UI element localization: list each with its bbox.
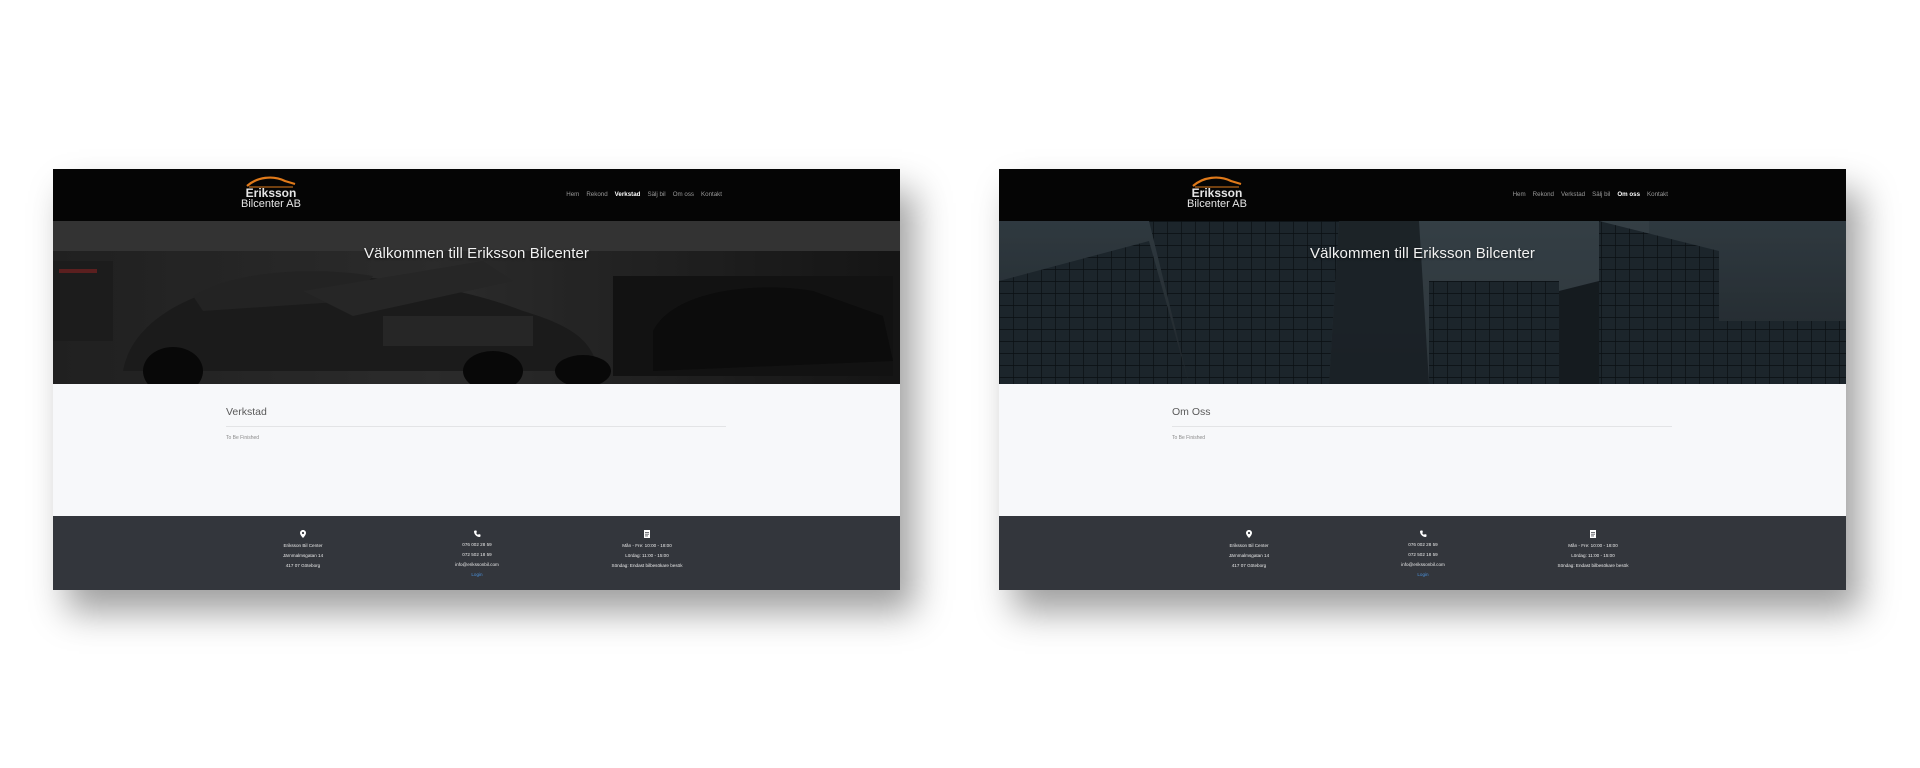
nav-item-salj-bil[interactable]: Sälj bil	[1592, 191, 1610, 198]
login-link[interactable]: Login	[1353, 570, 1493, 580]
section-title: Verkstad	[226, 406, 267, 418]
document-icon	[644, 530, 650, 538]
nav-item-om-oss[interactable]: Om oss	[1617, 191, 1640, 198]
nav-item-hem[interactable]: Hem	[1513, 191, 1526, 198]
footer-address-line: Järnmalmsgatan 14	[282, 553, 324, 558]
phone-icon	[1419, 530, 1426, 537]
footer: Eriksson Bil Center Järnmalmsgatan 14 41…	[53, 516, 900, 590]
nav-item-rekond[interactable]: Rekond	[1533, 191, 1554, 198]
footer-hours-line: Lördag: 11:00 - 15:00	[625, 553, 669, 558]
footer-address-line: Eriksson Bil Center	[283, 543, 323, 548]
section-text: To Be Finished	[1172, 435, 1206, 441]
nav-item-verkstad[interactable]: Verkstad	[615, 191, 641, 198]
section-divider	[1172, 426, 1672, 427]
phone-icon	[473, 530, 480, 537]
footer-address-line: 417 07 Göteborg	[285, 563, 321, 568]
footer-address-column: Eriksson Bil Center Järnmalmsgatan 14 41…	[233, 530, 373, 571]
footer-hours-line: Söndag: Endast bilbesökare besök	[611, 563, 683, 568]
section-divider	[226, 426, 726, 427]
logo-text-line2: Bilcenter AB	[1187, 198, 1247, 210]
content-section: Om Oss To Be Finished	[999, 384, 1846, 516]
nav-item-hem[interactable]: Hem	[566, 191, 579, 198]
footer-hours-line: Mån - Fre: 10:00 - 18:00	[1568, 543, 1618, 548]
footer-phone-2[interactable]: 072 502 18 59	[1353, 550, 1493, 560]
hero-title: Välkommen till Eriksson Bilcenter	[363, 245, 590, 262]
footer-contact-column: 076 002 28 59 072 502 18 59 info@eriksso…	[1353, 530, 1493, 580]
hero-banner: Välkommen till Eriksson Bilcenter	[999, 221, 1846, 384]
hero-title: Välkommen till Eriksson Bilcenter	[1309, 245, 1536, 262]
map-pin-icon	[1246, 530, 1252, 538]
document-icon	[1590, 530, 1596, 538]
footer-hours-column: Mån - Fre: 10:00 - 18:00 Lördag: 11:00 -…	[577, 530, 717, 571]
nav-item-kontakt[interactable]: Kontakt	[701, 191, 722, 198]
screenshot-om-oss: Eriksson Bilcenter AB Hem Rekond Verksta…	[999, 169, 1846, 590]
header-bar: Eriksson Bilcenter AB Hem Rekond Verksta…	[999, 169, 1846, 221]
footer-contact-column: 076 002 28 59 072 502 18 59 info@eriksso…	[407, 530, 547, 580]
footer-address-column: Eriksson Bil Center Järnmalmsgatan 14 41…	[1179, 530, 1319, 571]
content-section: Verkstad To Be Finished	[53, 384, 900, 516]
footer-phone-2[interactable]: 072 502 18 59	[407, 550, 547, 560]
footer-phone-1[interactable]: 076 002 28 59	[1353, 540, 1493, 550]
screenshot-verkstad: Eriksson Bilcenter AB Hem Rekond Verksta…	[53, 169, 900, 590]
footer-address-line: Järnmalmsgatan 14	[1228, 553, 1270, 558]
nav-item-rekond[interactable]: Rekond	[586, 191, 607, 198]
logo-text-line2: Bilcenter AB	[241, 198, 301, 210]
footer-email[interactable]: info@erikssonbil.com	[407, 560, 547, 570]
main-nav: Hem Rekond Verkstad Sälj bil Om oss Kont…	[566, 191, 722, 198]
site-logo[interactable]: Eriksson Bilcenter AB	[1179, 175, 1255, 215]
section-title: Om Oss	[1172, 406, 1211, 418]
footer-phone-1[interactable]: 076 002 28 59	[407, 540, 547, 550]
footer-hours-line: Mån - Fre: 10:00 - 18:00	[622, 543, 672, 548]
footer-address-line: Eriksson Bil Center	[1229, 543, 1269, 548]
section-text: To Be Finished	[226, 435, 260, 441]
footer: Eriksson Bil Center Järnmalmsgatan 14 41…	[999, 516, 1846, 590]
footer-address-line: 417 07 Göteborg	[1231, 563, 1267, 568]
nav-item-salj-bil[interactable]: Sälj bil	[647, 191, 665, 198]
main-nav: Hem Rekond Verkstad Sälj bil Om oss Kont…	[1513, 191, 1668, 198]
nav-item-kontakt[interactable]: Kontakt	[1647, 191, 1668, 198]
footer-hours-column: Mån - Fre: 10:00 - 18:00 Lördag: 11:00 -…	[1523, 530, 1663, 571]
login-link[interactable]: Login	[407, 570, 547, 580]
nav-item-verkstad[interactable]: Verkstad	[1561, 191, 1585, 198]
site-logo[interactable]: Eriksson Bilcenter AB	[233, 175, 309, 215]
nav-item-om-oss[interactable]: Om oss	[673, 191, 694, 198]
map-pin-icon	[300, 530, 306, 538]
footer-hours-line: Söndag: Endast bilbesökare besök	[1557, 563, 1629, 568]
footer-hours-line: Lördag: 11:00 - 15:00	[1571, 553, 1615, 558]
footer-email[interactable]: info@erikssonbil.com	[1353, 560, 1493, 570]
header-bar: Eriksson Bilcenter AB Hem Rekond Verksta…	[53, 169, 900, 221]
hero-banner: Välkommen till Eriksson Bilcenter	[53, 221, 900, 384]
